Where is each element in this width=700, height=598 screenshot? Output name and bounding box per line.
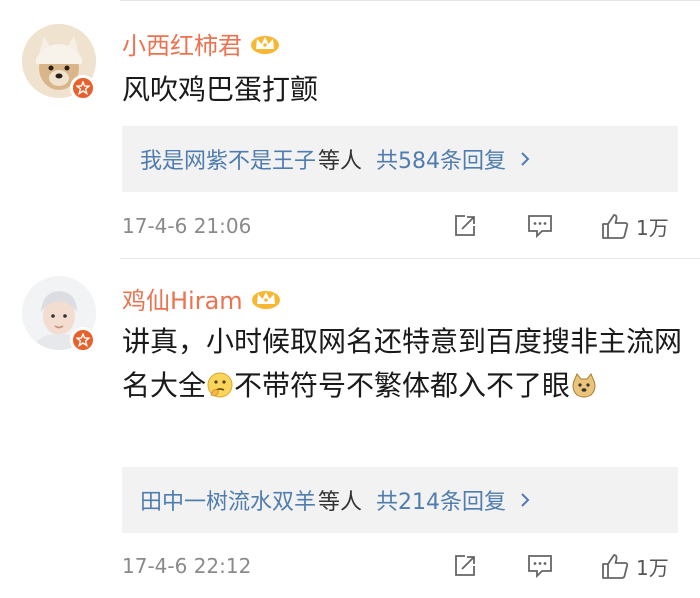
comment-button[interactable] — [526, 553, 554, 579]
verified-badge-icon — [70, 327, 96, 353]
thinking-emoji-icon — [206, 368, 234, 398]
reply-count[interactable]: 共214条回复 — [376, 484, 506, 516]
reply-suffix: 等人 — [318, 490, 363, 515]
comment-meta: 17-4-6 22:12 1万 — [122, 546, 682, 586]
doge-emoji-icon — [570, 368, 598, 398]
comment-icon — [528, 555, 552, 579]
timestamp: 17-4-6 22:12 — [122, 554, 252, 578]
share-icon — [455, 555, 475, 576]
like-count: 1万 — [636, 555, 669, 580]
like-button[interactable]: 1万 — [600, 552, 669, 581]
replies-link[interactable]: 田中一树流水双羊 等人 共214条回复 — [122, 467, 678, 533]
comment-text-part2: 不带符号不繁体都入不了眼 — [234, 369, 571, 402]
crown-icon — [251, 288, 281, 310]
comment-text: 讲真，小时候取网名还特意到百度搜非主流网名大全 不带符号不繁体都入不了眼 — [122, 320, 682, 408]
username[interactable]: 鸡仙Hiram — [122, 281, 281, 316]
share-button[interactable] — [452, 553, 478, 579]
thumb-up-icon — [602, 554, 629, 579]
username-text[interactable]: 鸡仙Hiram — [122, 281, 243, 316]
reply-names[interactable]: 田中一树流水双羊 — [140, 484, 316, 516]
comment-item: 鸡仙Hiram 讲真，小时候取网名还特意到百度搜非主流网名大全 不带符号不繁体都入… — [0, 0, 700, 580]
chevron-right-icon — [520, 492, 530, 508]
